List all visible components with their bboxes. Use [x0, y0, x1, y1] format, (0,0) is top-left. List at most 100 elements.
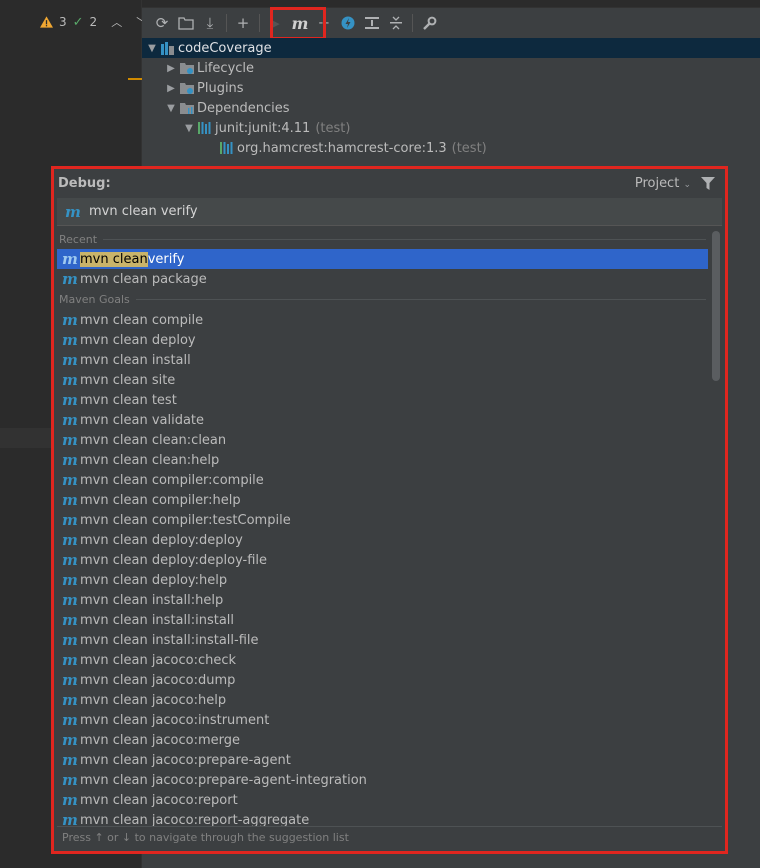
maven-m-icon: m [62, 531, 78, 549]
add-icon[interactable]: + [231, 11, 255, 35]
list-item[interactable]: m mvn clean test [57, 390, 708, 410]
maven-m-icon: m [62, 391, 78, 409]
maven-m-icon: m [62, 611, 78, 629]
dependency-scope: (test) [315, 120, 351, 136]
hint-text: Press ↑ or ↓ to navigate through the sug… [62, 831, 349, 844]
item-label: mvn clean package [80, 271, 207, 287]
maven-m-icon: m [62, 591, 78, 609]
ok-count: 2 [89, 15, 98, 29]
list-item[interactable]: m mvn clean deploy:deploy-file [57, 550, 708, 570]
previous-highlight-icon[interactable]: ︿ [111, 14, 122, 30]
list-item[interactable]: m mvn clean install [57, 350, 708, 370]
generate-sources-icon[interactable] [174, 11, 198, 35]
list-item[interactable]: m mvn clean package [57, 269, 708, 289]
list-item[interactable]: m mvn clean deploy [57, 330, 708, 350]
list-item[interactable]: m mvn clean jacoco:check [57, 650, 708, 670]
command-field[interactable]: m [57, 198, 722, 226]
chevron-down-icon[interactable]: ▼ [144, 43, 160, 54]
list-item[interactable]: m mvn clean jacoco:dump [57, 670, 708, 690]
maven-m-icon: m [62, 511, 78, 529]
suggestion-list[interactable]: Recent m mvn clean verify m mvn clean pa… [57, 229, 708, 827]
item-label: mvn clean clean:clean [80, 432, 227, 448]
editor-marker [128, 78, 142, 80]
item-label: mvn clean deploy:deploy [80, 532, 243, 548]
group-header-recent: Recent [57, 229, 708, 249]
list-item[interactable]: m mvn clean jacoco:report-aggregate [57, 810, 708, 827]
list-item[interactable]: m mvn clean validate [57, 410, 708, 430]
list-item[interactable]: m mvn clean compiler:help [57, 490, 708, 510]
tree-node-dependencies[interactable]: ▼ Dependencies [142, 98, 760, 118]
filter-icon[interactable] [701, 177, 715, 194]
tree-node-dependency[interactable]: org.hamcrest:hamcrest-core:1.3 (test) [142, 138, 760, 158]
list-item[interactable]: m mvn clean install:install [57, 610, 708, 630]
list-item[interactable]: m mvn clean jacoco:help [57, 690, 708, 710]
download-icon[interactable]: ⤓ [198, 11, 222, 35]
inspection-widget[interactable]: 3 ✓ 2 ︿ ﹀ [40, 14, 147, 30]
item-label: mvn clean deploy [80, 332, 196, 348]
chevron-right-icon[interactable]: ▶ [163, 83, 179, 94]
item-label: mvn clean install:install [80, 612, 235, 628]
maven-m-icon: m [65, 202, 81, 221]
item-label: mvn clean site [80, 372, 176, 388]
skip-tests-icon[interactable] [336, 11, 360, 35]
plugins-folder-icon [179, 81, 195, 95]
tree-node-plugins[interactable]: ▶ Plugins [142, 78, 760, 98]
list-item[interactable]: m mvn clean jacoco:merge [57, 730, 708, 750]
reload-icon[interactable]: ⟳ [150, 11, 174, 35]
item-label: mvn clean jacoco:help [80, 692, 227, 708]
command-input[interactable] [89, 204, 589, 219]
tree-node-lifecycle[interactable]: ▶ Lifecycle [142, 58, 760, 78]
list-item[interactable]: m mvn clean clean:help [57, 450, 708, 470]
list-item[interactable]: m mvn clean compiler:compile [57, 470, 708, 490]
scrollbar-thumb[interactable] [712, 231, 720, 381]
tree-node-dependency[interactable]: ▼ junit:junit:4.11 (test) [142, 118, 760, 138]
tree-node-project[interactable]: ▼ codeCoverage [142, 38, 760, 58]
item-label: mvn clean jacoco:prepare-agent [80, 752, 291, 768]
item-label: mvn clean compile [80, 312, 204, 328]
list-item[interactable]: m mvn clean compiler:testCompile [57, 510, 708, 530]
show-dependencies-icon[interactable] [360, 11, 384, 35]
list-item[interactable]: m mvn clean install:help [57, 590, 708, 610]
item-label: mvn clean jacoco:report [80, 792, 238, 808]
list-item[interactable]: m mvn clean install:install-file [57, 630, 708, 650]
list-item[interactable]: m mvn clean clean:clean [57, 430, 708, 450]
popup-title: Debug: [58, 175, 111, 191]
tool-window-header [142, 0, 760, 8]
list-item[interactable]: m mvn clean deploy:help [57, 570, 708, 590]
maven-m-icon: m [62, 471, 78, 489]
list-item[interactable]: m mvn clean jacoco:prepare-agent [57, 750, 708, 770]
maven-m-icon: m [62, 431, 78, 449]
collapse-all-icon[interactable] [384, 11, 408, 35]
project-context-dropdown[interactable]: Project ⌄ [635, 176, 691, 191]
maven-m-icon: m [62, 250, 78, 268]
item-label: mvn clean compiler:compile [80, 472, 264, 488]
list-item[interactable]: m mvn clean jacoco:prepare-agent-integrat… [57, 770, 708, 790]
toolbar-separator [412, 14, 413, 32]
list-item[interactable]: m mvn clean jacoco:instrument [57, 710, 708, 730]
maven-m-icon: m [62, 811, 78, 827]
list-item[interactable]: m mvn clean jacoco:report [57, 790, 708, 810]
list-item[interactable]: m mvn clean verify [57, 249, 708, 269]
maven-m-icon: m [62, 671, 78, 689]
chevron-down-icon: ⌄ [683, 180, 691, 190]
list-item[interactable]: m mvn clean compile [57, 310, 708, 330]
list-item[interactable]: m mvn clean deploy:deploy [57, 530, 708, 550]
maven-m-icon: m [62, 571, 78, 589]
chevron-down-icon[interactable]: ▼ [181, 123, 197, 134]
warning-count: 3 [59, 15, 67, 29]
maven-m-icon: m [62, 331, 78, 349]
list-item[interactable]: m mvn clean site [57, 370, 708, 390]
vertical-scrollbar[interactable] [712, 231, 720, 825]
item-label: mvn clean deploy:deploy-file [80, 552, 268, 568]
toolbar-separator [259, 14, 260, 32]
item-label: mvn clean jacoco:report-aggregate [80, 812, 310, 828]
maven-m-icon: m [62, 411, 78, 429]
chevron-right-icon[interactable]: ▶ [163, 63, 179, 74]
settings-wrench-icon[interactable] [417, 11, 441, 35]
maven-m-icon: m [62, 771, 78, 789]
maven-m-icon: m [62, 451, 78, 469]
item-label: mvn clean jacoco:prepare-agent-integrati… [80, 772, 367, 788]
maven-m-icon: m [62, 551, 78, 569]
chevron-down-icon[interactable]: ▼ [163, 103, 179, 114]
maven-projects-tree: ▼ codeCoverage ▶ Lifecycle ▶ Plugins ▼ D… [142, 38, 760, 158]
